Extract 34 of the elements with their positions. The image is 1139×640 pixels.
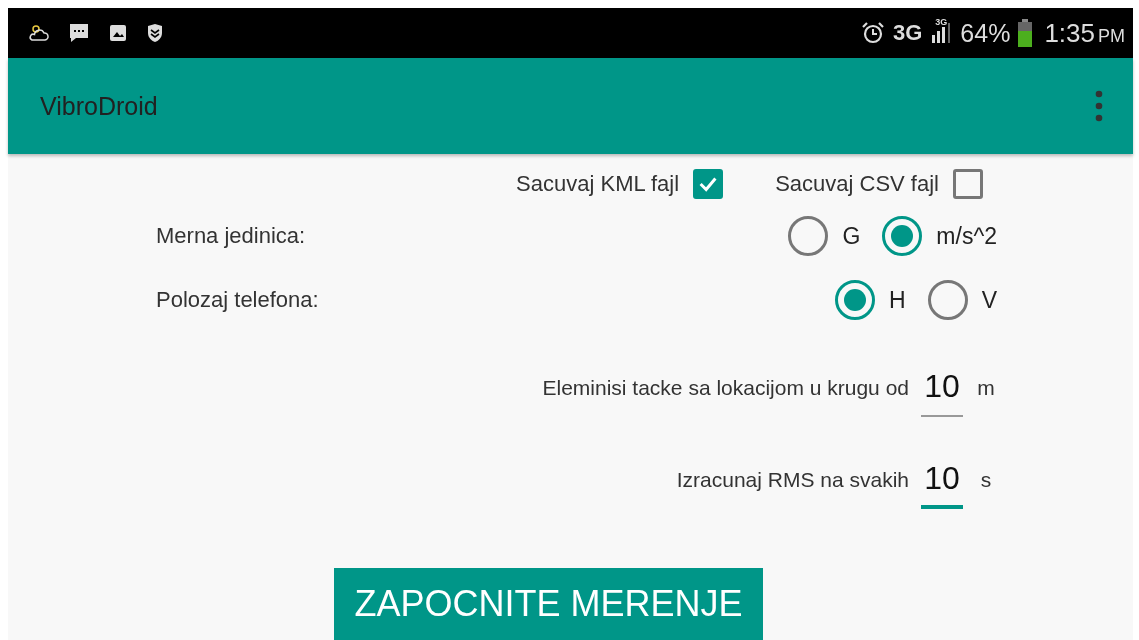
radio-button[interactable] — [882, 216, 923, 256]
clock-time: 1:35 PM — [1044, 17, 1125, 49]
battery-icon — [1018, 19, 1033, 47]
radio-group-label: Merna jedinica: — [156, 223, 306, 249]
radio-button[interactable] — [788, 216, 829, 256]
signal-label: 3G — [935, 17, 948, 27]
radio-label: m/s^2 — [936, 222, 997, 250]
start-measurement-button[interactable]: ZAPOCNITE MERENJE — [334, 568, 763, 640]
checkbox-label: Sacuvaj CSV fajl — [775, 171, 939, 197]
network-label: 3G — [893, 20, 923, 46]
app-title: VibroDroid — [40, 91, 158, 121]
field-label: Eleminisi tacke sa lokacijom u krugu od — [542, 376, 909, 400]
radio-label: V — [981, 286, 997, 314]
radio-button[interactable] — [927, 280, 968, 320]
overflow-menu-button[interactable] — [1095, 89, 1103, 123]
number-field[interactable]: 10 — [921, 451, 963, 509]
checkbox[interactable] — [953, 169, 983, 199]
checkbox[interactable] — [693, 169, 724, 199]
radio-group-label: Polozaj telefona: — [156, 287, 319, 313]
message-icon — [68, 22, 90, 44]
number-field[interactable]: 10 — [921, 359, 963, 417]
battery-percent: 64% — [960, 18, 1011, 48]
radio-label: H — [889, 286, 906, 314]
field-label: Izracunaj RMS na svakih — [676, 468, 909, 492]
shield-icon — [146, 23, 164, 43]
radio-label: G — [842, 222, 861, 250]
alarm-clock-icon — [861, 21, 885, 45]
checkbox-label: Sacuvaj KML fajl — [516, 171, 680, 197]
unit-label: m — [976, 376, 996, 400]
image-icon — [108, 23, 128, 43]
weather-icon — [28, 23, 50, 43]
radio-button[interactable] — [835, 280, 876, 320]
unit-label: s — [979, 468, 993, 492]
signal-icon — [930, 21, 953, 45]
